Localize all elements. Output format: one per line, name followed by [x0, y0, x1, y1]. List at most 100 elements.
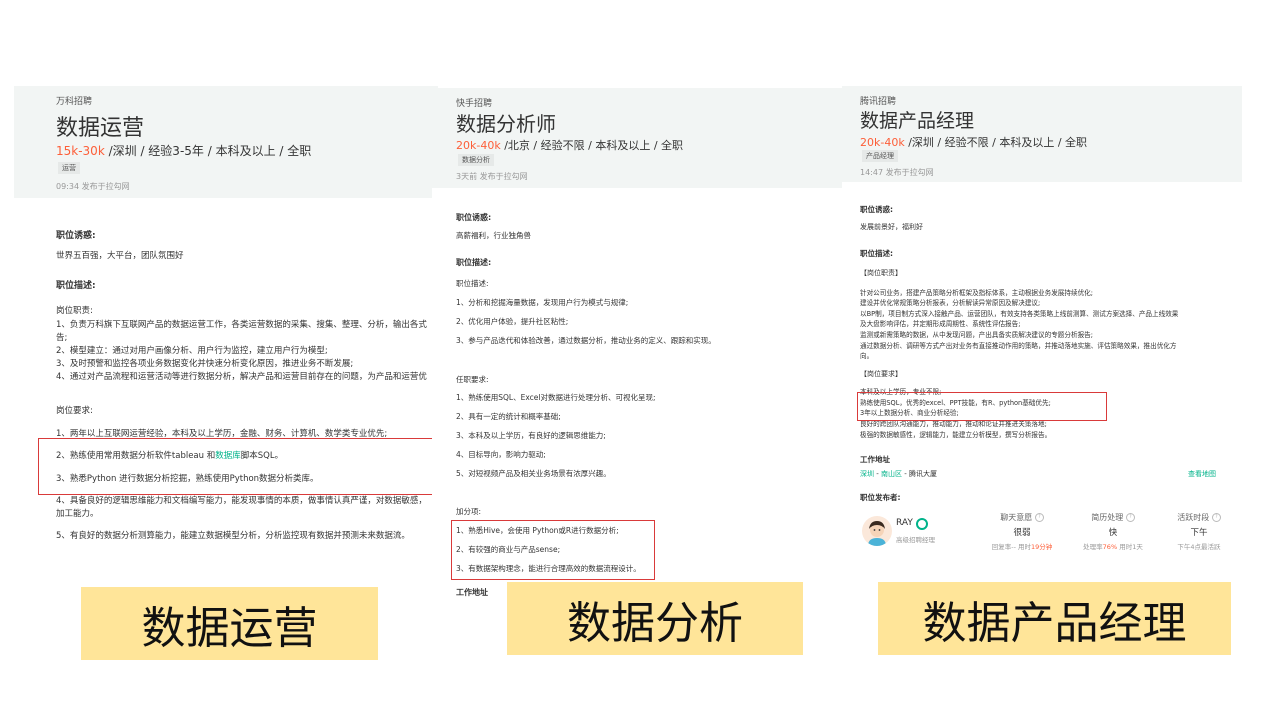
job-requirements: 20k-40k /深圳 / 经验不限 / 本科及以上 / 全职 — [860, 134, 1087, 150]
address: 深圳 - 南山区 - 腾讯大厦 — [860, 469, 937, 479]
reqs-header: 岗位要求: — [56, 406, 93, 416]
avatar[interactable] — [862, 516, 892, 546]
help-icon[interactable]: ? — [1125, 513, 1135, 522]
job-tag[interactable]: 数据分析 — [458, 154, 494, 166]
req-line: 2、具有一定的统计和概率基础; — [456, 412, 561, 421]
stat-value: 快 — [1108, 528, 1118, 538]
requirements-text: /深圳 / 经验3-5年 / 本科及以上 / 全职 — [104, 144, 312, 158]
highlight-box — [451, 520, 655, 580]
bonus-header: 加分项: — [456, 507, 482, 516]
duty-line: 及大盘影响评估，并定期形成周期性、系统性评估报告; — [860, 320, 1021, 328]
req-line: 5、有良好的数据分析测算能力，能建立数据模型分析，分析监控现有数据并预测未来数据… — [56, 531, 410, 541]
caption-operations: 数据运营 — [81, 587, 378, 660]
job-requirements: 15k-30k /深圳 / 经验3-5年 / 本科及以上 / 全职 — [56, 142, 311, 159]
req-line: 极强的数据敏感性，逻辑能力，能建立分析模型，撰写分析报告。 — [860, 431, 1052, 439]
salary: 20k-40k — [860, 136, 905, 149]
stat-label: 聊天意愿 — [1000, 513, 1033, 522]
job-tag[interactable]: 运营 — [58, 162, 80, 174]
job-title: 数据分析师 — [456, 112, 556, 136]
temptation-text: 发展前景好，福利好 — [860, 223, 923, 231]
desc-line: 1、分析和挖掘海量数据，发现用户行为模式与规律; — [456, 298, 629, 307]
online-status-icon — [916, 518, 928, 530]
section-temptation: 职位诱惑: — [456, 213, 492, 222]
stat-sub-text: 用时 — [1017, 543, 1031, 551]
section-temptation: 职位诱惑: — [56, 231, 96, 241]
stat-sub-text: 处理率 — [1083, 543, 1103, 551]
job-title: 数据产品经理 — [860, 110, 975, 132]
section-description: 职位描述: — [56, 281, 96, 291]
view-map-link[interactable]: 查看地图 — [1188, 469, 1216, 479]
duty-line: 通过数据分析、调研等方式产出对业务有直接推动作用的策略，并推动落地实施、评估策略… — [860, 342, 1177, 350]
publisher-header: 职位发布者: — [860, 493, 901, 502]
company-name[interactable]: 万科招聘 — [56, 94, 92, 107]
avatar-illustration-icon — [868, 521, 886, 546]
stat-sub-text: 回复率-- — [991, 543, 1018, 551]
address-sep: - — [874, 470, 881, 478]
stat-value: 下午 — [1190, 528, 1208, 538]
post-time: 09:34 发布于拉勾网 — [56, 182, 130, 191]
stat-sub: 下午4点最活跃 — [1162, 541, 1236, 551]
address-city-link[interactable]: 深圳 — [860, 470, 874, 478]
req-line: 加工能力。 — [56, 509, 99, 519]
section-temptation: 职位诱惑: — [860, 205, 893, 214]
duty-line: 3、及时预警和监控各项业务数据变化并快速分析变化原因，推进业务不断发展; — [56, 359, 354, 369]
reqs-header: 任职要求: — [456, 375, 489, 384]
address-header: 工作地址 — [456, 588, 488, 597]
stat-sub: 处理率76% 用时1天 — [1070, 541, 1156, 551]
req-line: 4、目标导向，影响力驱动; — [456, 450, 546, 459]
job-title: 数据运营 — [56, 116, 145, 141]
req-line: 3、本科及以上学历，有良好的逻辑思维能力; — [456, 431, 606, 440]
duty-line: 监测或新需策略的数据，从中发现问题，产出具备实质解决建议的专题分析报告; — [860, 331, 1094, 339]
publisher-role: 高级招聘经理 — [896, 536, 935, 544]
salary: 20k-40k — [456, 139, 501, 152]
desc-header: 职位描述: — [456, 279, 489, 288]
address-place: 腾讯大厦 — [908, 470, 937, 478]
duty-line: 建设并优化常规策略分析报表，分析解读异常原因及解决建议; — [860, 299, 1041, 307]
post-time: 3天前 发布于拉勾网 — [456, 172, 528, 181]
requirements-text: /深圳 / 经验不限 / 本科及以上 / 全职 — [904, 136, 1088, 149]
section-description: 职位描述: — [860, 249, 893, 258]
duty-line: 以BP制，项目制方式深入接触产品、运营团队，有效支持各类策略上线前测算、测试方案… — [860, 310, 1179, 318]
duties-header: 岗位职责: — [56, 306, 93, 316]
help-icon[interactable]: ? — [1211, 513, 1221, 522]
duty-line: 向。 — [860, 352, 874, 360]
stat-resume-processing: 简历处理 ? 快 处理率76% 用时1天 — [1070, 512, 1156, 551]
stat-label: 简历处理 — [1091, 513, 1124, 522]
address-header: 工作地址 — [860, 455, 890, 464]
salary: 15k-30k — [56, 144, 105, 158]
address-sep: - — [901, 470, 909, 478]
job-tag[interactable]: 产品经理 — [862, 150, 898, 162]
help-icon[interactable]: ? — [1034, 513, 1044, 522]
duty-line: 1、负责万科旗下互联网产品的数据运营工作，各类运营数据的采集、搜集、整理、分析，… — [56, 320, 427, 330]
stat-value: 很弱 — [1013, 528, 1031, 538]
temptation-text: 高薪福利，行业独角兽 — [456, 231, 531, 240]
caption-analysis: 数据分析 — [507, 582, 803, 655]
highlight-box — [38, 438, 441, 495]
job-requirements: 20k-40k /北京 / 经验不限 / 本科及以上 / 全职 — [456, 137, 683, 153]
stat-sub-text: 用时1天 — [1117, 543, 1143, 551]
stat-sub: 回复率-- 用时19分钟 — [982, 541, 1062, 551]
reqs-header: 【岗位要求】 — [860, 370, 902, 378]
duties-header: 【岗位职责】 — [860, 269, 902, 277]
stat-label: 活跃时段 — [1177, 513, 1210, 522]
stat-sub-highlight: 76% — [1102, 543, 1118, 551]
caption-product-manager: 数据产品经理 — [878, 582, 1231, 655]
stat-active-period: 活跃时段 ? 下午 下午4点最活跃 — [1162, 512, 1236, 551]
job-panel-product-manager: 腾讯招聘 数据产品经理 20k-40k /深圳 / 经验不限 / 本科及以上 /… — [842, 86, 1242, 570]
duty-line: 4、通过对产品流程和运营活动等进行数据分析，解决产品和运营目前存在的问题，为产品… — [56, 372, 427, 382]
temptation-text: 世界五百强，大平台，团队氛围好 — [56, 251, 184, 261]
duty-line: 告; — [56, 333, 68, 343]
address-district-link[interactable]: 南山区 — [881, 470, 902, 478]
requirements-text: /北京 / 经验不限 / 本科及以上 / 全职 — [500, 139, 684, 152]
req-line: 1、熟练使用SQL、Excel对数据进行处理分析、可视化呈现; — [456, 393, 656, 402]
duty-line: 针对公司业务，搭建产品策略分析框架及指标体系，主动根据业务发展持续优化; — [860, 289, 1094, 297]
post-time: 14:47 发布于拉勾网 — [860, 168, 934, 177]
desc-line: 3、参与产品迭代和体验改善，通过数据分析，推动业务的定义、跟踪和实现。 — [456, 336, 716, 345]
publisher-name[interactable]: RAY — [896, 518, 913, 528]
highlight-box — [857, 392, 1107, 421]
req-line: 4、具备良好的逻辑思维能力和文档编写能力，能发现事情的本质，做事情认真严谨，对数… — [56, 496, 427, 506]
stat-sub-text: 下午4点最活跃 — [1177, 543, 1221, 551]
desc-line: 2、优化用户体验，提升社区粘性; — [456, 317, 569, 326]
stat-sub-highlight: 19分钟 — [1030, 543, 1053, 551]
req-line: 5、对短视频产品及相关业务场景有浓厚兴趣。 — [456, 469, 611, 478]
